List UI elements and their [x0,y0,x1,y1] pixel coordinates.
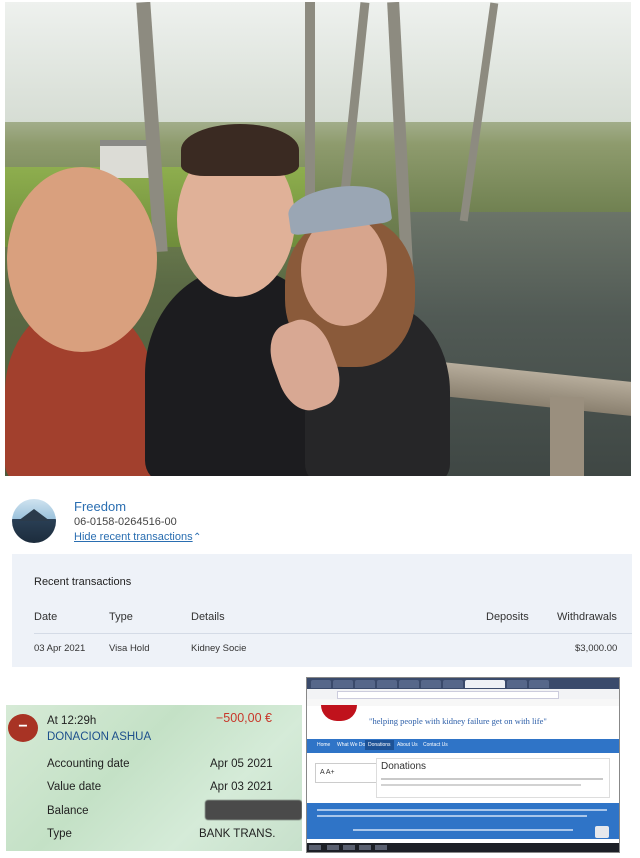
donations-panel: Donations [376,758,610,798]
photo-railing-post [550,397,584,476]
photo-person-middle-hair [181,124,299,176]
photo-sky [5,2,631,122]
header-divider [34,633,632,634]
browser-tab[interactable] [421,680,441,688]
browser-tab[interactable] [507,680,527,688]
column-header-withdrawals: Withdrawals [557,611,617,623]
redacted-balance [205,800,302,820]
account-name[interactable]: Freedom [74,499,126,514]
taskbar-app-icon[interactable] [343,845,355,850]
site-footer [307,803,619,839]
balance-label: Balance [47,805,89,817]
receipt-time: At 12:29h [47,715,97,727]
footer-text-line [317,815,587,817]
browser-tab[interactable] [311,680,331,688]
browser-tab[interactable] [529,680,549,688]
donations-title: Donations [381,761,427,772]
browser-tab[interactable] [399,680,419,688]
accounting-date-value: Apr 05 2021 [210,758,273,770]
browser-tab[interactable] [377,680,397,688]
recent-transactions-box: Recent transactions Date Type Details De… [12,554,632,667]
transaction-type: Visa Hold [109,643,150,654]
type-label: Type [47,828,72,840]
account-number: 06-0158-0264516-00 [74,516,177,528]
site-nav: Home What We Do Donations About Us Conta… [307,739,619,753]
donations-text-line [381,784,581,786]
donations-text-line [381,778,603,780]
nav-what-we-do[interactable]: What We Do [337,742,365,748]
column-header-deposits: Deposits [486,611,529,623]
nav-about-us[interactable]: About Us [397,742,418,748]
value-date-value: Apr 03 2021 [210,781,273,793]
minus-icon: − [8,714,38,742]
windows-taskbar [307,843,619,852]
taskbar-app-icon[interactable] [359,845,371,850]
recent-transactions-title: Recent transactions [34,576,132,588]
browser-tab[interactable] [333,680,353,688]
url-field[interactable] [337,691,559,699]
selfie-photo [5,2,631,476]
chevron-up-icon[interactable]: ⌃ [193,532,201,543]
account-avatar [12,499,56,543]
transaction-withdrawal: $3,000.00 [575,643,618,654]
nav-contact-us[interactable]: Contact Us [423,742,448,748]
accounting-date-label: Accounting date [47,758,130,770]
column-header-date: Date [34,611,58,623]
hide-recent-transactions-link[interactable]: Hide recent transactions [74,531,193,543]
browser-tab-bar [307,678,619,689]
font-size-control[interactable]: A A+ [315,763,377,783]
transaction-date: 03 Apr 2021 [34,643,86,654]
column-header-type: Type [109,611,133,623]
nav-donations[interactable]: Donations [365,740,394,750]
column-header-details: Details [191,611,225,623]
kidney-logo[interactable] [321,705,357,721]
type-value: BANK TRANS. [199,828,276,840]
taskbar-app-icon[interactable] [375,845,387,850]
taskbar-app-icon[interactable] [327,845,339,850]
website-screenshot: "helping people with kidney failure get … [306,677,620,853]
bank-account-panel: Freedom 06-0158-0264516-00 Hide recent t… [12,490,632,670]
transaction-details: Kidney Socie [191,643,247,654]
start-icon[interactable] [309,845,321,850]
footer-text-line [317,809,607,811]
recaptcha-badge[interactable] [595,826,609,838]
site-tagline: "helping people with kidney failure get … [369,716,547,726]
browser-tab[interactable] [355,680,375,688]
browser-tab[interactable] [443,680,463,688]
footer-text-line [353,829,573,831]
browser-tab-active[interactable] [465,680,505,688]
receipt-amount: −500,00 € [216,711,272,725]
nav-home[interactable]: Home [317,742,330,748]
value-date-label: Value date [47,781,102,793]
bank-receipt: − At 12:29h −500,00 € DONACION ASHUA Acc… [6,705,302,851]
receipt-payee: DONACION ASHUA [47,731,152,743]
photo-person-left-head [7,167,157,352]
